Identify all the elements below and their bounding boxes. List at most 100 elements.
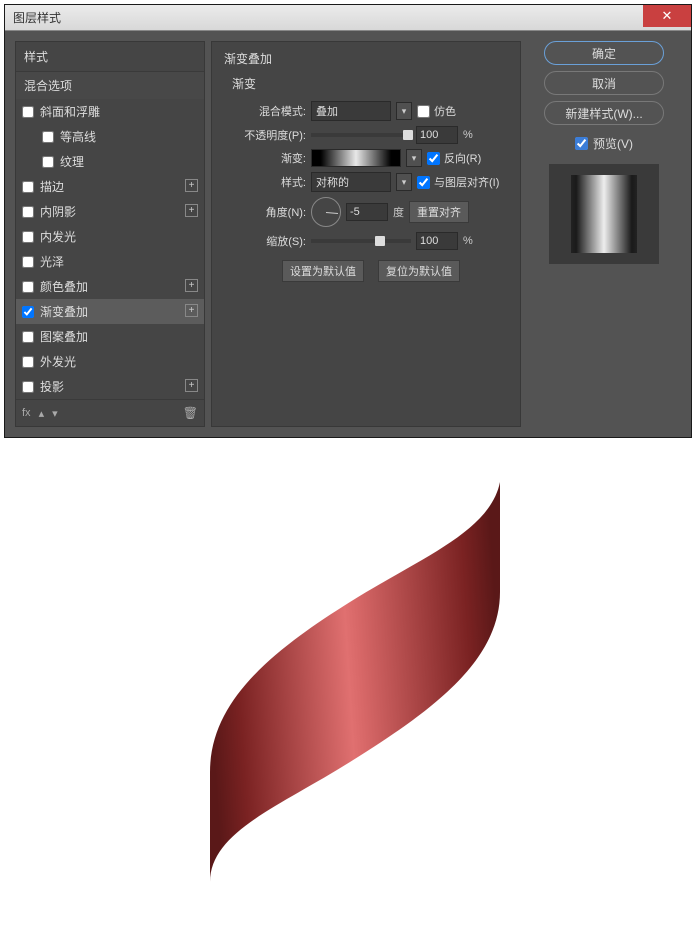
dialog-content: 样式 混合选项 斜面和浮雕等高线纹理描边+内阴影+内发光光泽颜色叠加+渐变叠加+… bbox=[5, 31, 691, 437]
canvas-preview bbox=[0, 442, 696, 912]
close-icon: ✕ bbox=[662, 8, 673, 24]
style-checkbox[interactable] bbox=[22, 331, 34, 343]
style-label: 斜面和浮雕 bbox=[40, 103, 100, 120]
style-item-8[interactable]: 渐变叠加 + bbox=[16, 299, 204, 324]
styles-panel: 样式 混合选项 斜面和浮雕等高线纹理描边+内阴影+内发光光泽颜色叠加+渐变叠加+… bbox=[15, 41, 205, 427]
gradient-label: 渐变: bbox=[232, 150, 306, 166]
blending-label: 混合选项 bbox=[24, 77, 72, 94]
blend-mode-arrow[interactable]: ▾ bbox=[396, 102, 412, 120]
opacity-slider[interactable] bbox=[311, 133, 411, 137]
default-buttons-row: 设置为默认值 复位为默认值 bbox=[232, 260, 510, 282]
settings-panel: 渐变叠加 渐变 混合模式: 叠加 ▾ 仿色 不透明度(P): 100 % 渐变: bbox=[211, 41, 521, 427]
style-item-1[interactable]: 等高线 bbox=[16, 124, 204, 149]
style-label: 投影 bbox=[40, 378, 64, 395]
settings-sub-title: 渐变 bbox=[232, 73, 510, 96]
style-checkbox[interactable] bbox=[22, 106, 34, 118]
gradient-row: 渐变: ▾ 反向(R) bbox=[232, 149, 510, 167]
layer-style-dialog: 图层样式 ✕ 样式 混合选项 斜面和浮雕等高线纹理描边+内阴影+内发光光泽颜色叠… bbox=[4, 4, 692, 438]
style-checkbox[interactable] bbox=[22, 306, 34, 318]
style-label: 内发光 bbox=[40, 228, 76, 245]
gradient-swatch[interactable] bbox=[311, 149, 401, 167]
ok-button[interactable]: 确定 bbox=[544, 41, 664, 65]
new-style-button[interactable]: 新建样式(W)... bbox=[544, 101, 664, 125]
style-item-3[interactable]: 描边 + bbox=[16, 174, 204, 199]
style-item-4[interactable]: 内阴影 + bbox=[16, 199, 204, 224]
reverse-checkbox[interactable]: 反向(R) bbox=[427, 150, 481, 166]
plus-icon[interactable]: + bbox=[185, 179, 198, 192]
titlebar[interactable]: 图层样式 ✕ bbox=[5, 5, 691, 31]
style-label: 等高线 bbox=[60, 128, 96, 145]
angle-value[interactable]: -5 bbox=[346, 203, 388, 221]
preview-box bbox=[549, 164, 659, 264]
angle-label: 角度(N): bbox=[232, 204, 306, 220]
style-checkbox[interactable] bbox=[22, 181, 34, 193]
style-checkbox[interactable] bbox=[22, 231, 34, 243]
style-checkbox[interactable] bbox=[22, 256, 34, 268]
dither-checkbox[interactable]: 仿色 bbox=[417, 103, 456, 119]
arrow-down-icon[interactable]: ▾ bbox=[52, 407, 58, 420]
set-default-button[interactable]: 设置为默认值 bbox=[282, 260, 364, 282]
opacity-row: 不透明度(P): 100 % bbox=[232, 126, 510, 144]
cancel-button[interactable]: 取消 bbox=[544, 71, 664, 95]
style-label: 描边 bbox=[40, 178, 64, 195]
styles-footer: fx ▴ ▾ 🗑 bbox=[16, 399, 204, 426]
style-item-6[interactable]: 光泽 bbox=[16, 249, 204, 274]
opacity-label: 不透明度(P): bbox=[232, 127, 306, 143]
style-checkbox[interactable] bbox=[22, 356, 34, 368]
style-checkbox[interactable] bbox=[22, 281, 34, 293]
style-item-0[interactable]: 斜面和浮雕 bbox=[16, 99, 204, 124]
style-checkbox[interactable] bbox=[42, 131, 54, 143]
scale-row: 缩放(S): 100 % bbox=[232, 232, 510, 250]
scale-unit: % bbox=[463, 235, 473, 247]
reset-default-button[interactable]: 复位为默认值 bbox=[378, 260, 460, 282]
blending-options-item[interactable]: 混合选项 bbox=[16, 72, 204, 99]
scale-value[interactable]: 100 bbox=[416, 232, 458, 250]
opacity-value[interactable]: 100 bbox=[416, 126, 458, 144]
plus-icon[interactable]: + bbox=[185, 279, 198, 292]
reset-align-button[interactable]: 重置对齐 bbox=[409, 201, 469, 223]
action-buttons-panel: 确定 取消 新建样式(W)... 预览(V) bbox=[527, 41, 681, 427]
angle-unit: 度 bbox=[393, 204, 404, 220]
style-label: 外发光 bbox=[40, 353, 76, 370]
style-row: 样式: 对称的 ▾ 与图层对齐(I) bbox=[232, 172, 510, 192]
plus-icon[interactable]: + bbox=[185, 204, 198, 217]
blend-mode-row: 混合模式: 叠加 ▾ 仿色 bbox=[232, 101, 510, 121]
style-checkbox[interactable] bbox=[42, 156, 54, 168]
style-label: 光泽 bbox=[40, 253, 64, 270]
style-label: 内阴影 bbox=[40, 203, 76, 220]
angle-dial[interactable] bbox=[311, 197, 341, 227]
style-item-7[interactable]: 颜色叠加 + bbox=[16, 274, 204, 299]
blend-mode-label: 混合模式: bbox=[232, 103, 306, 119]
arrow-up-icon[interactable]: ▴ bbox=[39, 407, 45, 420]
style-list: 斜面和浮雕等高线纹理描边 + 内阴影 + 内发光光泽颜色叠加 + 渐变叠加 + 图案叠加外发光投… bbox=[16, 99, 204, 399]
style-item-11[interactable]: 投影 + bbox=[16, 374, 204, 399]
style-checkbox[interactable] bbox=[22, 206, 34, 218]
style-item-5[interactable]: 内发光 bbox=[16, 224, 204, 249]
scale-label: 缩放(S): bbox=[232, 233, 306, 249]
gradient-picker-arrow[interactable]: ▾ bbox=[406, 149, 422, 167]
fx-icon[interactable]: fx bbox=[22, 407, 31, 419]
style-label: 样式: bbox=[232, 174, 306, 190]
style-item-9[interactable]: 图案叠加 bbox=[16, 324, 204, 349]
opacity-unit: % bbox=[463, 129, 473, 141]
align-checkbox[interactable]: 与图层对齐(I) bbox=[417, 174, 499, 190]
style-item-10[interactable]: 外发光 bbox=[16, 349, 204, 374]
trash-icon[interactable]: 🗑 bbox=[183, 406, 198, 420]
dialog-title: 图层样式 bbox=[13, 9, 61, 26]
preview-checkbox[interactable]: 预览(V) bbox=[575, 135, 633, 152]
angle-row: 角度(N): -5 度 重置对齐 bbox=[232, 197, 510, 227]
blend-mode-select[interactable]: 叠加 bbox=[311, 101, 391, 121]
plus-icon[interactable]: + bbox=[185, 379, 198, 392]
style-item-2[interactable]: 纹理 bbox=[16, 149, 204, 174]
style-checkbox[interactable] bbox=[22, 381, 34, 393]
style-label: 颜色叠加 bbox=[40, 278, 88, 295]
scale-slider[interactable] bbox=[311, 239, 411, 243]
style-arrow[interactable]: ▾ bbox=[396, 173, 412, 191]
ribbon-shape bbox=[150, 472, 530, 892]
close-button[interactable]: ✕ bbox=[643, 5, 691, 27]
plus-icon[interactable]: + bbox=[185, 304, 198, 317]
style-label: 渐变叠加 bbox=[40, 303, 88, 320]
settings-section-title: 渐变叠加 bbox=[222, 48, 510, 69]
preview-swatch bbox=[571, 175, 637, 253]
style-select[interactable]: 对称的 bbox=[311, 172, 391, 192]
